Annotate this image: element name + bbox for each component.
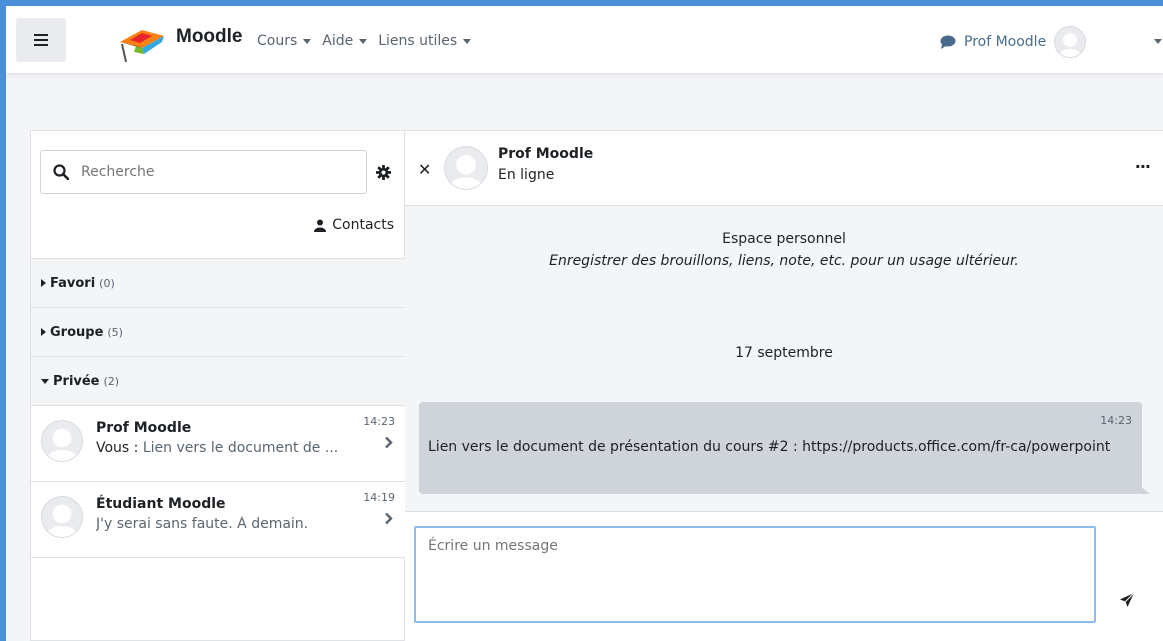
brand-name[interactable]: Moodle [176, 26, 243, 48]
message-time: 14:23 [1100, 414, 1132, 427]
nav-item-label: Aide [322, 33, 354, 49]
section-count: (2) [103, 374, 120, 388]
hamburger-icon [34, 34, 48, 46]
caret-down-icon [41, 378, 49, 384]
chevron-right-icon [385, 512, 393, 525]
preview-text: Lien vers le document de ... [142, 440, 339, 456]
section-groupe[interactable]: Groupe (5) [31, 307, 405, 356]
user-menu[interactable]: Prof Moodle [940, 26, 1087, 58]
chat-contact-name[interactable]: Prof Moodle [498, 146, 593, 162]
user-avatar[interactable] [1054, 26, 1087, 58]
contacts-link[interactable]: Contacts [314, 217, 394, 233]
messaging-panel: Contacts Favori (0) Groupe (5) Privée (2… [30, 130, 1163, 641]
contacts-label: Contacts [332, 217, 394, 233]
section-label: Favori [50, 275, 96, 291]
moodle-logo-icon[interactable] [116, 22, 166, 62]
user-icon [314, 219, 327, 232]
nav-item-cours[interactable]: Cours [257, 33, 312, 49]
conversation-time: 14:19 [363, 491, 395, 504]
conversation-time: 14:23 [363, 415, 395, 428]
section-privee[interactable]: Privée (2) [31, 356, 405, 405]
avatar [41, 420, 83, 462]
default-avatar-icon [46, 504, 78, 537]
user-menu-caret-icon[interactable] [1154, 39, 1162, 44]
caret-down-icon [359, 38, 368, 44]
chat-bubble-icon[interactable] [940, 35, 956, 49]
close-icon[interactable]: ✕ [418, 160, 431, 179]
conversation-list: Contacts Favori (0) Groupe (5) Privée (2… [31, 131, 405, 640]
caret-right-icon [41, 279, 46, 287]
search-box[interactable] [40, 150, 367, 194]
personal-space-description: Enregistrer des brouillons, liens, note,… [549, 253, 1019, 269]
avatar [41, 496, 83, 538]
nav-item-aide[interactable]: Aide [322, 33, 368, 49]
date-separator: 17 septembre [735, 345, 833, 361]
list-divider [31, 557, 405, 558]
chevron-right-icon [385, 436, 393, 449]
message-input[interactable] [414, 526, 1096, 623]
default-avatar-icon [1058, 33, 1083, 57]
caret-down-icon [463, 38, 472, 44]
nav-item-label: Cours [257, 33, 298, 49]
personal-space-title: Espace personnel [722, 231, 846, 247]
compose-area [405, 511, 1163, 641]
chat-avatar [444, 146, 488, 190]
message-text: Lien vers le document de présentation du… [428, 439, 1111, 455]
preview-text: J'y serai sans faute. À demain. [96, 516, 309, 532]
conversation-item[interactable]: Étudiant Moodle J'y serai sans faute. À … [31, 481, 405, 557]
default-avatar-icon [46, 428, 78, 461]
gear-icon[interactable] [376, 165, 391, 180]
conversation-preview: Vous : Lien vers le document de ... [96, 440, 376, 456]
more-options-button[interactable]: ··· [1135, 157, 1151, 176]
search-icon [53, 164, 69, 180]
user-name[interactable]: Prof Moodle [964, 34, 1046, 50]
section-favori[interactable]: Favori (0) [31, 258, 405, 307]
chat-status: En ligne [498, 167, 555, 183]
section-count: (5) [107, 325, 123, 339]
conversation-name: Prof Moodle [96, 420, 192, 436]
send-icon[interactable] [1119, 592, 1135, 608]
caret-right-icon [41, 328, 46, 336]
top-navbar: Moodle Cours Aide Liens utiles Prof Mood… [6, 6, 1163, 74]
message-bubble[interactable]: 14:23 Lien vers le document de présentat… [419, 402, 1150, 494]
section-label: Privée [53, 373, 100, 389]
caret-down-icon [303, 38, 312, 44]
bubble-tail [1140, 486, 1150, 494]
nav-item-liens-utiles[interactable]: Liens utiles [378, 33, 472, 49]
section-count: (0) [99, 276, 115, 290]
nav-item-label: Liens utiles [378, 33, 458, 49]
conversation-item[interactable]: Prof Moodle Vous : Lien vers le document… [31, 405, 405, 481]
default-avatar-icon [449, 155, 483, 189]
nav-menu: Cours Aide Liens utiles [257, 33, 472, 49]
chat-header: ✕ Prof Moodle En ligne ··· [405, 131, 1163, 206]
conversation-preview: J'y serai sans faute. À demain. [96, 516, 376, 532]
preview-prefix: Vous : [96, 440, 143, 456]
conversation-view: ✕ Prof Moodle En ligne ··· Espace person… [405, 131, 1163, 641]
hamburger-menu-button[interactable] [16, 18, 66, 62]
conversation-name: Étudiant Moodle [96, 496, 226, 512]
section-label: Groupe [50, 324, 104, 340]
app-frame: Moodle Cours Aide Liens utiles Prof Mood… [6, 6, 1163, 641]
search-input[interactable] [79, 163, 339, 181]
